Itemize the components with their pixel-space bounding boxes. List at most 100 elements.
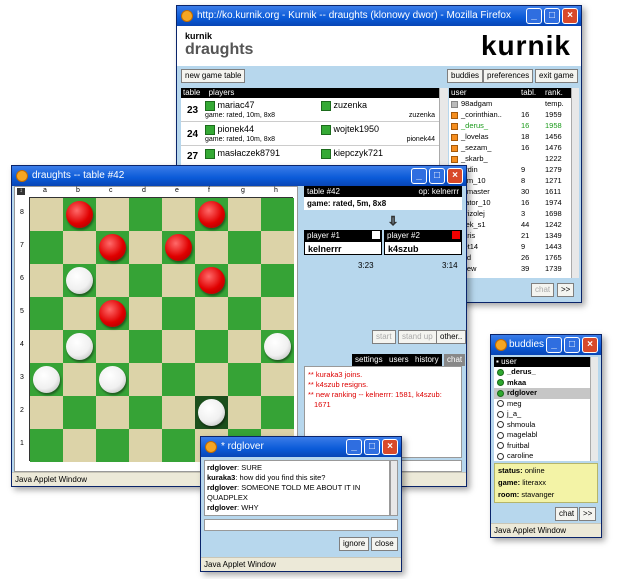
buddy-list-item[interactable]: magelabl [494, 430, 590, 441]
board-square-d3[interactable] [129, 363, 162, 396]
user-list-item[interactable]: atris 21 1349 [449, 230, 571, 241]
maximize-button[interactable]: □ [429, 168, 445, 184]
board-square-b7[interactable] [63, 231, 96, 264]
buddy-list-item[interactable]: fruitbal [494, 441, 590, 452]
minimize-button[interactable]: _ [411, 168, 427, 184]
white-piece[interactable] [99, 366, 126, 393]
user-list-item[interactable]: rtek_s1 44 1242 [449, 219, 571, 230]
board-square-e3[interactable] [162, 363, 195, 396]
close-button[interactable]: × [582, 337, 598, 353]
user-list-item[interactable]: him_10 8 1271 [449, 175, 571, 186]
red-piece[interactable] [198, 267, 225, 294]
buddy-list-item[interactable]: _derus_ [494, 367, 590, 378]
board-square-b3[interactable] [63, 363, 96, 396]
buddy-list-item[interactable]: mkaa [494, 378, 590, 389]
board-square-d8[interactable] [129, 198, 162, 231]
player1-name[interactable]: kelnerrr [304, 241, 382, 255]
board-square-h6[interactable] [261, 264, 294, 297]
board-square-g3[interactable] [228, 363, 261, 396]
board-square-e1[interactable] [162, 429, 195, 462]
table-row[interactable]: 24 pionek44 wojtek1950 game: rated, 10m,… [181, 122, 439, 146]
buddies-button[interactable]: buddies [447, 69, 484, 83]
board-square-a2[interactable] [30, 396, 63, 429]
other-button[interactable]: other.. [436, 330, 467, 344]
board-square-e6[interactable] [162, 264, 195, 297]
close-button[interactable]: × [562, 8, 578, 24]
board-square-c1[interactable] [96, 429, 129, 462]
board-square-g6[interactable] [228, 264, 261, 297]
board-square-e4[interactable] [162, 330, 195, 363]
board-square-f3[interactable] [195, 363, 228, 396]
kurnik-logo[interactable]: kurnik [481, 30, 571, 62]
white-piece[interactable] [33, 366, 60, 393]
buddies-more-button[interactable]: >> [579, 507, 597, 521]
board-square-b1[interactable] [63, 429, 96, 462]
board-square-e2[interactable] [162, 396, 195, 429]
buddies-titlebar[interactable]: buddies (3) _ □ × [491, 335, 601, 355]
user-list-item[interactable]: drizolej 3 1698 [449, 208, 571, 219]
white-piece[interactable] [198, 399, 225, 426]
lobby-chat-button[interactable]: chat [531, 283, 555, 297]
draughts-titlebar[interactable]: draughts -- table #42 _ □ × [12, 166, 466, 186]
board-square-b2[interactable] [63, 396, 96, 429]
board-square-b5[interactable] [63, 297, 96, 330]
maximize-button[interactable]: □ [544, 8, 560, 24]
flip-board-icon[interactable]: ↕ [17, 188, 25, 195]
board-square-h7[interactable] [261, 231, 294, 264]
user-list-item[interactable]: i_master 30 1611 [449, 186, 571, 197]
close-button[interactable]: × [447, 168, 463, 184]
white-piece[interactable] [66, 333, 93, 360]
buddy-list-item[interactable]: caroline [494, 451, 590, 461]
new-game-table-button[interactable]: new game table [181, 69, 246, 83]
board-square-g4[interactable] [228, 330, 261, 363]
board-square-h8[interactable] [261, 198, 294, 231]
board-square-c2[interactable] [96, 396, 129, 429]
board-square-d6[interactable] [129, 264, 162, 297]
firefox-titlebar[interactable]: http://ko.kurnik.org - Kurnik -- draught… [177, 6, 581, 26]
white-piece[interactable] [264, 333, 291, 360]
board-square-d5[interactable] [129, 297, 162, 330]
user-list-item[interactable]: _skarb_ 1222 [449, 153, 571, 164]
board-square-h3[interactable] [261, 363, 294, 396]
chat-scrollbar[interactable] [390, 460, 398, 516]
board-square-c6[interactable] [96, 264, 129, 297]
tab-history[interactable]: history [412, 354, 442, 366]
board-square-a7[interactable] [30, 231, 63, 264]
user-list-item[interactable]: 98adgam temp. [449, 98, 571, 109]
board-square-a1[interactable] [30, 429, 63, 462]
buddy-list-item[interactable]: meg [494, 399, 590, 410]
exit-game-button[interactable]: exit game [535, 69, 578, 83]
user-list-item[interactable]: _sezam_ 16 1476 [449, 142, 571, 153]
board-square-d7[interactable] [129, 231, 162, 264]
board-square-a6[interactable] [30, 264, 63, 297]
buddy-list-item[interactable]: shmoula [494, 420, 590, 431]
minimize-button[interactable]: _ [546, 337, 562, 353]
board-square-g7[interactable] [228, 231, 261, 264]
board-square-d1[interactable] [129, 429, 162, 462]
board-square-f4[interactable] [195, 330, 228, 363]
user-list-item[interactable]: _corinthian.. 16 1959 [449, 109, 571, 120]
user-list-item[interactable]: erdin 9 1279 [449, 164, 571, 175]
board-square-e5[interactable] [162, 297, 195, 330]
board-square-g2[interactable] [228, 396, 261, 429]
white-piece[interactable] [66, 267, 93, 294]
table-row[interactable]: 27 masłaczek8791 kiepczyk721 [181, 146, 439, 166]
board-square-e8[interactable] [162, 198, 195, 231]
user-list-item[interactable]: ret14 9 1443 [449, 241, 571, 252]
user-list-item[interactable]: jad261765 [449, 252, 571, 263]
lobby-more-button[interactable]: >> [557, 283, 575, 297]
table-row[interactable]: 23 mariac47 zuzenka game: rated, 10m, 8x… [181, 98, 439, 122]
board-square-f5[interactable] [195, 297, 228, 330]
board-square-a4[interactable] [30, 330, 63, 363]
ignore-button[interactable]: ignore [339, 537, 370, 551]
checkers-board[interactable] [29, 197, 294, 462]
user-list-item[interactable]: hiew 39 1739 [449, 263, 571, 274]
tables-scrollbar[interactable] [439, 88, 448, 168]
board-square-f7[interactable] [195, 231, 228, 264]
close-button[interactable]: × [382, 439, 398, 455]
start-button[interactable]: start [372, 330, 396, 344]
board-square-a5[interactable] [30, 297, 63, 330]
tab-users[interactable]: users [386, 354, 412, 366]
board-square-d2[interactable] [129, 396, 162, 429]
board-square-d4[interactable] [129, 330, 162, 363]
